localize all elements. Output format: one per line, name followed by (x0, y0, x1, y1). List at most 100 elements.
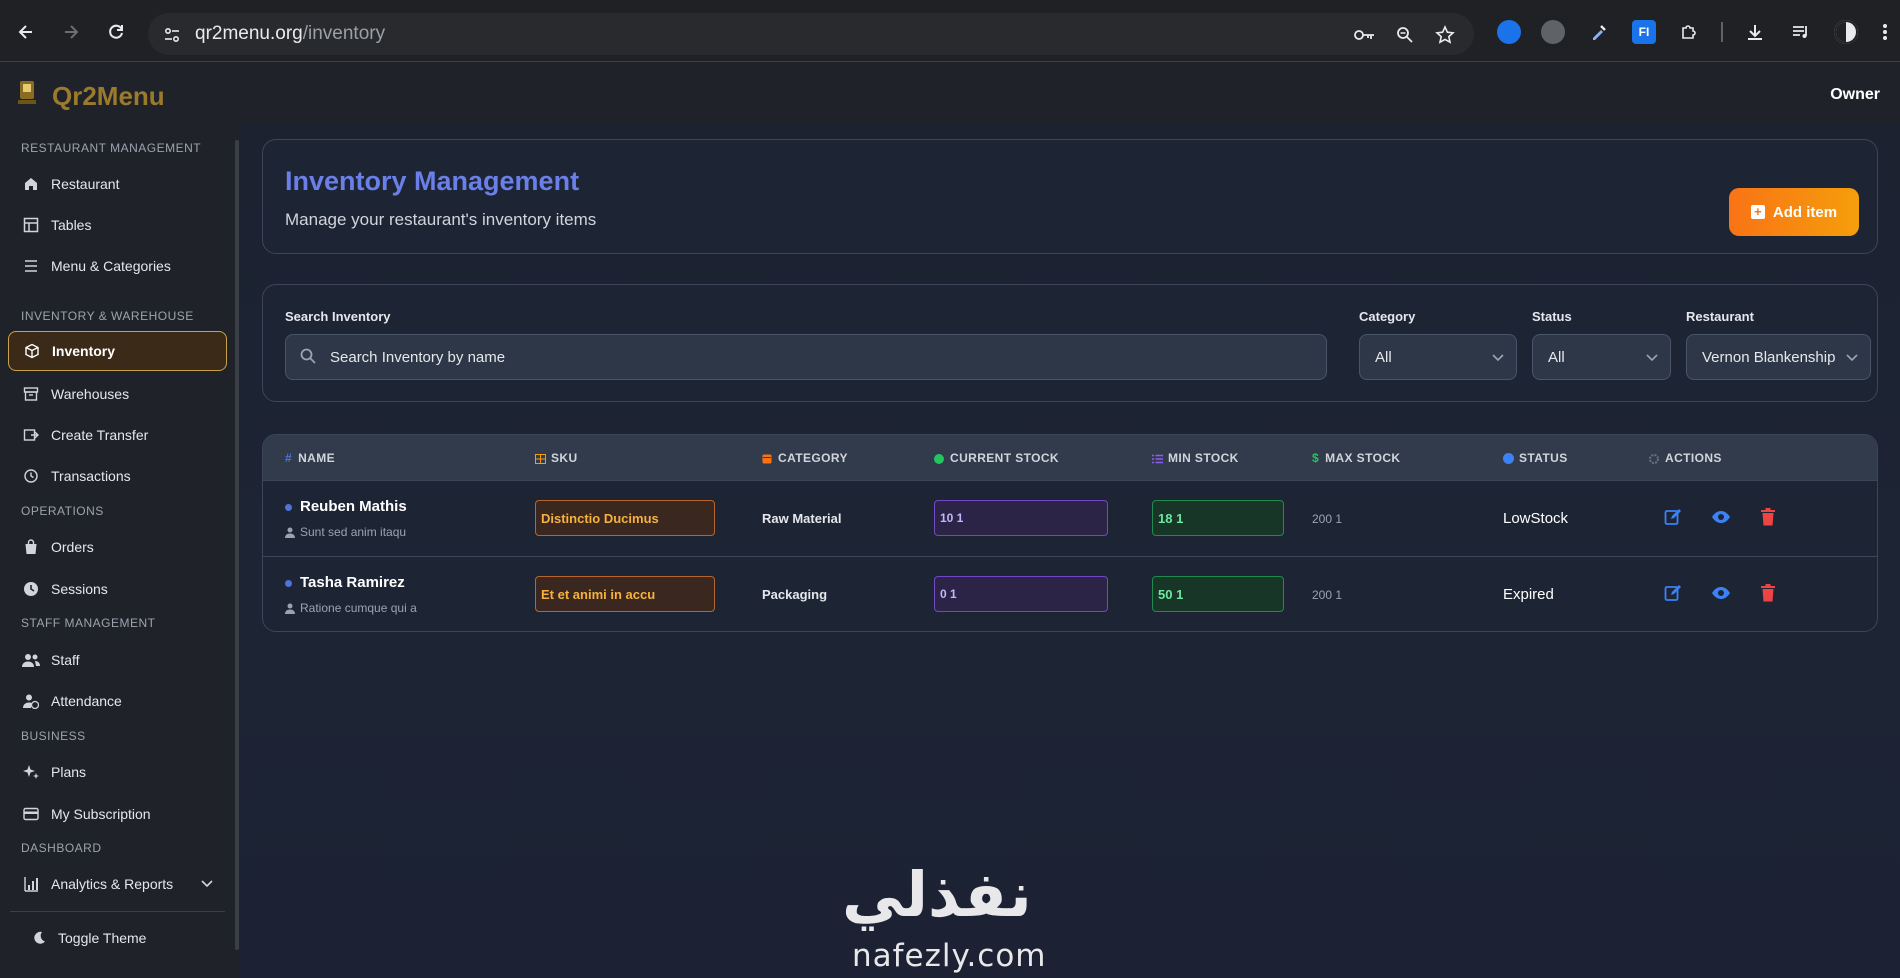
dollar-icon: $ (1312, 451, 1320, 465)
gear-icon (1649, 453, 1659, 464)
search-icon (300, 348, 316, 369)
status-cell: Expired (1503, 586, 1554, 603)
category-select[interactable]: All (1359, 334, 1517, 380)
sidebar-item-inventory[interactable]: Inventory (8, 331, 227, 371)
main-content: Inventory Management Manage your restaur… (240, 124, 1900, 978)
sidebar-item-staff[interactable]: Staff (8, 640, 227, 680)
extension-icon[interactable] (1497, 20, 1521, 44)
list-icon (22, 257, 40, 275)
column-header-name[interactable]: # NAME (285, 451, 335, 465)
table-row[interactable]: Reuben Mathis Sunt sed anim itaqu Distin… (263, 481, 1877, 557)
brand-name[interactable]: Qr2Menu (52, 81, 165, 112)
transfer-icon (22, 426, 40, 444)
table-header: # NAME SKU CATEGORY CURRENT STOCK MIN ST… (263, 435, 1877, 481)
sidebar-item-label: Tables (51, 217, 92, 233)
page-title: Inventory Management (285, 166, 580, 196)
user-role-menu[interactable]: Owner (1830, 86, 1880, 104)
sidebar-item-my-subscription[interactable]: My Subscription (8, 794, 227, 834)
delete-trash-icon[interactable] (1758, 583, 1778, 603)
bullet-icon (285, 580, 292, 587)
column-header-sku[interactable]: SKU (535, 451, 578, 465)
profile-avatar-icon[interactable] (1834, 20, 1858, 44)
filter-card: Search Inventory Category All Status All… (262, 284, 1878, 402)
view-eye-icon[interactable] (1711, 583, 1731, 603)
list-ordered-icon (1152, 453, 1163, 464)
add-item-label: Add item (1772, 203, 1838, 221)
add-item-button[interactable]: + Add item (1729, 188, 1859, 236)
sidebar-item-analytics-reports[interactable]: Analytics & Reports (8, 864, 227, 904)
page-subtitle: Manage your restaurant's inventory items (285, 210, 597, 229)
sidebar-item-transactions[interactable]: Transactions (8, 456, 227, 496)
chevron-down-icon (1846, 349, 1858, 366)
address-bar[interactable]: qr2menu.org/inventory (148, 13, 1474, 55)
section-title-operations: OPERATIONS (21, 504, 104, 518)
sidebar-item-orders[interactable]: Orders (8, 527, 227, 567)
media-control-icon[interactable] (1789, 20, 1813, 44)
column-header-status[interactable]: STATUS (1503, 451, 1568, 465)
eyedropper-icon[interactable] (1587, 20, 1611, 44)
max-stock-cell: 200 1 (1312, 512, 1343, 526)
puzzle-icon[interactable] (1677, 20, 1701, 44)
sidebar-item-label: My Subscription (51, 806, 151, 822)
sidebar-item-label: Transactions (51, 468, 131, 484)
section-title-restaurant: RESTAURANT MANAGEMENT (21, 141, 202, 155)
watermark-latin: nafezly.com (852, 938, 1047, 974)
box-icon (23, 342, 41, 360)
history-icon (22, 467, 40, 485)
sidebar-item-tables[interactable]: Tables (8, 205, 227, 245)
item-description: Ratione cumque qui a (285, 601, 417, 615)
home-icon (22, 175, 40, 193)
sidebar-item-label: Warehouses (51, 386, 130, 402)
min-stock-badge: 50 1 (1152, 576, 1284, 612)
sidebar-item-plans[interactable]: Plans (8, 752, 227, 792)
logo-icon (16, 78, 38, 108)
edit-icon[interactable] (1663, 583, 1683, 603)
view-eye-icon[interactable] (1711, 507, 1731, 527)
site-info-icon[interactable] (161, 24, 183, 46)
edit-icon[interactable] (1663, 507, 1683, 527)
item-name: Reuben Mathis (300, 498, 407, 515)
forward-icon[interactable] (57, 18, 85, 46)
extension-icon[interactable] (1541, 20, 1565, 44)
toggle-theme-button[interactable]: Toggle Theme (8, 918, 227, 958)
search-field[interactable] (285, 334, 1327, 380)
column-header-max-stock[interactable]: $ MAX STOCK (1312, 451, 1400, 465)
delete-trash-icon[interactable] (1758, 507, 1778, 527)
restaurant-value: Vernon Blankenship (1702, 348, 1836, 366)
category-cell: Packaging (762, 587, 828, 602)
sidebar-item-menu-categories[interactable]: Menu & Categories (8, 246, 227, 286)
url-text: qr2menu.org/inventory (195, 23, 386, 44)
column-header-category[interactable]: CATEGORY (762, 451, 848, 465)
user-icon (285, 527, 295, 538)
zoom-icon[interactable] (1394, 24, 1416, 46)
table-row[interactable]: Tasha Ramirez Ratione cumque qui a Et et… (263, 557, 1877, 631)
download-icon[interactable] (1743, 20, 1767, 44)
sidebar-item-warehouses[interactable]: Warehouses (8, 374, 227, 414)
status-select[interactable]: All (1532, 334, 1671, 380)
credit-card-icon (22, 805, 40, 823)
search-label: Search Inventory (285, 309, 391, 324)
restaurant-select[interactable]: Vernon Blankenship (1686, 334, 1871, 380)
current-stock-badge: 0 1 (934, 576, 1108, 612)
sidebar-item-create-transfer[interactable]: Create Transfer (8, 415, 227, 455)
column-header-current-stock[interactable]: CURRENT STOCK (934, 451, 1059, 465)
search-input[interactable] (330, 335, 1310, 379)
sidebar-item-label: Menu & Categories (51, 258, 171, 274)
chrome-menu-icon[interactable] (1880, 20, 1890, 44)
app-header: Qr2Menu Owner (0, 62, 1900, 124)
extension-icon[interactable]: FI (1632, 20, 1656, 44)
sidebar-item-restaurant[interactable]: Restaurant (8, 164, 227, 204)
key-icon[interactable] (1354, 24, 1376, 46)
sidebar-item-sessions[interactable]: Sessions (8, 569, 227, 609)
back-icon[interactable] (12, 18, 40, 46)
bookmark-star-icon[interactable] (1434, 24, 1456, 46)
chevron-down-icon (201, 877, 213, 891)
shopping-bag-icon (22, 538, 40, 556)
status-value: All (1548, 348, 1565, 366)
sidebar-item-label: Staff (51, 652, 80, 668)
sidebar-item-attendance[interactable]: Attendance (8, 681, 227, 721)
section-title-dashboard: DASHBOARD (21, 841, 102, 855)
sidebar-scrollbar[interactable] (235, 140, 239, 950)
column-header-min-stock[interactable]: MIN STOCK (1152, 451, 1239, 465)
reload-icon[interactable] (102, 18, 130, 46)
